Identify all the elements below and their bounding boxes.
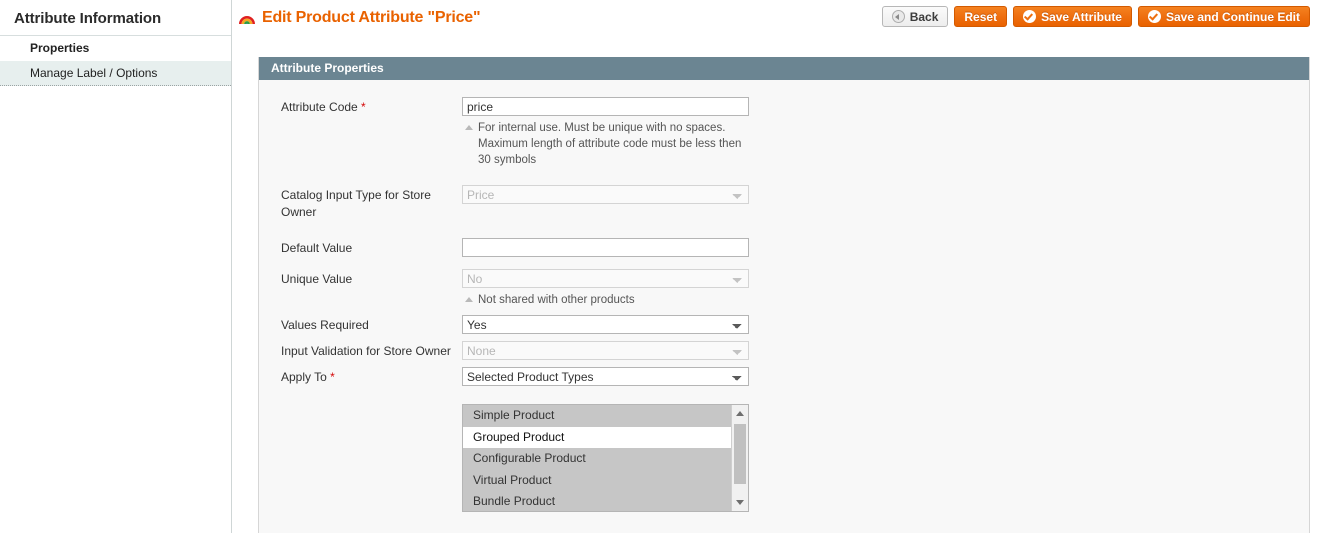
hint-triangle-icon	[465, 125, 473, 130]
values-required-select[interactable]: Yes	[462, 315, 749, 334]
field-apply-to: Apply To * Selected Product Types	[259, 367, 1309, 386]
attribute-code-hint-text: For internal use. Must be unique with no…	[478, 122, 742, 166]
back-button-label: Back	[909, 9, 939, 24]
field-unique-value-label: Unique Value	[281, 272, 353, 286]
back-button[interactable]: Back	[881, 6, 949, 27]
sidebar-item-manage-label-options[interactable]: Manage Label / Options	[0, 61, 231, 86]
main-content: Edit Product Attribute "Price" Back Rese…	[233, 0, 1322, 533]
reset-button[interactable]: Reset	[954, 6, 1008, 27]
save-and-continue-edit-button-label: Save and Continue Edit	[1165, 9, 1300, 24]
hint-triangle-icon	[465, 297, 473, 302]
scroll-down-arrow-icon[interactable]	[732, 495, 748, 511]
save-attribute-button[interactable]: Save Attribute	[1013, 6, 1132, 27]
field-values-required: Values Required Yes	[259, 315, 1309, 334]
field-default-value-label: Default Value	[281, 241, 353, 255]
product-types-option-list: Simple Product Grouped Product Configura…	[463, 405, 731, 511]
field-apply-to-label: Apply To *	[259, 367, 462, 386]
catalog-input-type-select[interactable]: Price	[462, 185, 749, 204]
attribute-properties-form: Attribute Code * For internal use. Must …	[259, 80, 1309, 533]
product-type-option-configurable[interactable]: Configurable Product	[463, 448, 731, 470]
save-and-continue-edit-button[interactable]: Save and Continue Edit	[1137, 6, 1310, 27]
sidebar-title: Attribute Information	[0, 0, 231, 36]
required-marker: *	[326, 370, 335, 384]
field-unique-value-control: No Not shared with other products	[462, 269, 749, 308]
field-attribute-code-label: Attribute Code *	[259, 97, 462, 116]
page-title: Edit Product Attribute "Price"	[238, 9, 481, 27]
attribute-properties-panel: Attribute Properties Attribute Code * Fo…	[258, 57, 1310, 533]
sidebar-item-properties[interactable]: Properties	[0, 36, 231, 61]
field-default-value-control	[462, 238, 749, 257]
product-type-option-grouped[interactable]: Grouped Product	[463, 426, 731, 448]
product-types-scrollbar[interactable]	[731, 405, 748, 511]
sidebar-item-properties-label: Properties	[30, 41, 90, 55]
field-default-value: Default Value	[259, 238, 1309, 257]
field-catalog-input-type: Catalog Input Type for Store Owner Price	[259, 185, 1309, 221]
field-input-validation: Input Validation for Store Owner None	[259, 341, 1309, 360]
field-values-required-label: Values Required	[281, 318, 369, 332]
back-arrow-icon	[891, 10, 905, 23]
field-catalog-input-type-label: Catalog Input Type for Store Owner	[281, 188, 431, 219]
product-types-multiselect[interactable]: Simple Product Grouped Product Configura…	[462, 404, 749, 512]
attribute-code-hint: For internal use. Must be unique with no…	[462, 120, 749, 168]
magento-attribute-edit-page: Attribute Information Properties Manage …	[0, 0, 1322, 533]
field-catalog-input-type-control: Price	[462, 185, 749, 204]
attribute-information-sidebar: Attribute Information Properties Manage …	[0, 0, 232, 533]
field-product-types-control: Simple Product Grouped Product Configura…	[462, 404, 749, 512]
header-button-group: Back Reset Save Attribute Save and Conti…	[881, 6, 1310, 27]
field-unique-value: Unique Value No Not shared with other pr…	[259, 269, 1309, 308]
field-input-validation-label: Input Validation for Store Owner	[281, 344, 451, 358]
save-attribute-button-label: Save Attribute	[1041, 9, 1122, 24]
input-validation-select[interactable]: None	[462, 341, 749, 360]
product-type-option-bundle[interactable]: Bundle Product	[463, 491, 731, 511]
scroll-up-arrow-icon[interactable]	[732, 405, 748, 421]
apply-to-select[interactable]: Selected Product Types	[462, 367, 749, 386]
field-input-validation-control: None	[462, 341, 749, 360]
check-circle-icon	[1147, 10, 1161, 23]
unique-value-select[interactable]: No	[462, 269, 749, 288]
field-attribute-code-control: For internal use. Must be unique with no…	[462, 97, 749, 168]
default-value-input[interactable]	[462, 238, 749, 257]
product-type-option-virtual[interactable]: Virtual Product	[463, 469, 731, 491]
check-circle-icon	[1023, 10, 1037, 23]
field-product-types: Simple Product Grouped Product Configura…	[259, 404, 1309, 512]
field-attribute-code: Attribute Code * For internal use. Must …	[259, 97, 1309, 168]
label-text: Attribute Code	[281, 100, 358, 114]
unique-value-hint-text: Not shared with other products	[478, 294, 635, 306]
required-marker: *	[357, 100, 366, 114]
field-values-required-control: Yes	[462, 315, 749, 334]
reset-button-label: Reset	[964, 9, 998, 24]
field-apply-to-control: Selected Product Types	[462, 367, 749, 386]
field-product-types-label	[259, 404, 462, 406]
page-title-text: Edit Product Attribute "Price"	[262, 9, 481, 26]
unique-value-hint: Not shared with other products	[462, 292, 749, 308]
sidebar-item-manage-label-options-label: Manage Label / Options	[30, 66, 158, 80]
label-text: Apply To	[281, 370, 327, 384]
page-header: Edit Product Attribute "Price" Back Rese…	[233, 0, 1322, 34]
scrollbar-thumb[interactable]	[734, 424, 746, 484]
product-type-option-simple[interactable]: Simple Product	[463, 405, 731, 427]
attribute-code-input[interactable]	[462, 97, 749, 116]
attribute-properties-heading: Attribute Properties	[259, 57, 1309, 80]
